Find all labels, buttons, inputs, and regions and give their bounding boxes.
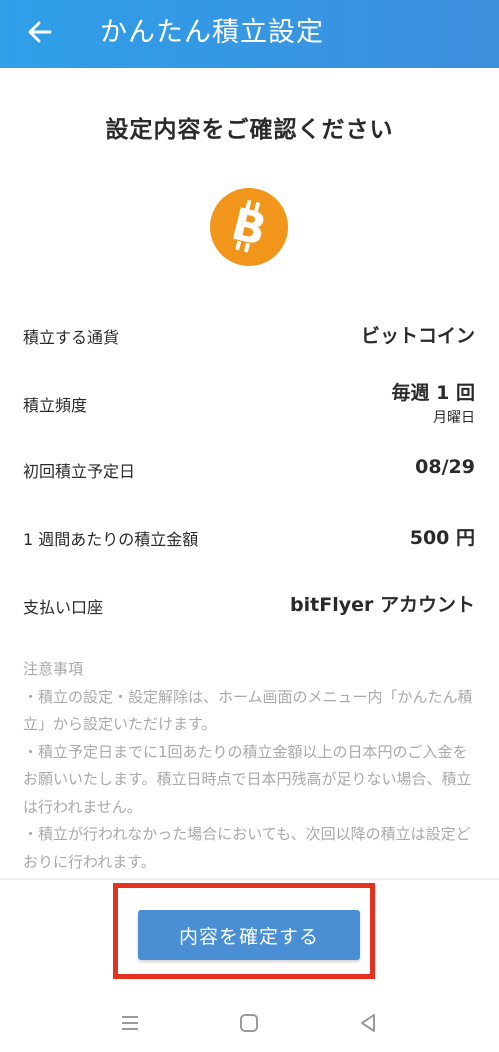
system-back-button[interactable] [355, 1010, 381, 1036]
currency-label: 積立する通貨 [23, 328, 120, 347]
currency-value: ビットコイン [360, 325, 475, 347]
first-date-label: 初回積立予定日 [23, 462, 136, 481]
confirm-heading: 設定内容をご確認ください [105, 117, 394, 143]
confirm-button[interactable]: 内容を確定する [138, 910, 360, 960]
notes-section: 注意事項 ・積立の設定・設定解除は、ホーム画面のメニュー内「かんたん積立」から設… [23, 656, 479, 876]
first-date-value: 08/29 [415, 456, 475, 478]
frequency-label: 積立頻度 [23, 396, 88, 415]
amount-value: 500 円 [409, 527, 475, 549]
payment-label: 支払い口座 [23, 598, 104, 617]
bitcoin-icon: B [210, 188, 288, 266]
note-item: ・積立が行われなかった場合においても、次回以降の積立は設定どおりに行われます。 [23, 825, 471, 871]
notes-title: 注意事項 [23, 660, 84, 678]
system-nav-bar [0, 1000, 499, 1052]
frequency-value: 毎週 1 回 [391, 382, 475, 404]
amount-label: 1 週間あたりの積立金額 [23, 530, 199, 549]
arrow-left-icon [28, 21, 52, 43]
app-bar: かんたん積立設定 [0, 0, 499, 68]
menu-icon [122, 1016, 138, 1030]
note-item: ・積立の設定・設定解除は、ホーム画面のメニュー内「かんたん積立」から設定いただけ… [23, 687, 473, 734]
back-button[interactable] [22, 14, 58, 50]
frequency-weekday: 月曜日 [433, 410, 475, 426]
back-triangle-icon [361, 1014, 375, 1032]
page-title: かんたん積立設定 [100, 17, 324, 48]
divider [0, 878, 499, 880]
home-button[interactable] [236, 1010, 262, 1036]
menu-button[interactable] [117, 1010, 143, 1036]
home-square-icon [240, 1014, 258, 1032]
payment-value: bitFlyer アカウント [290, 594, 475, 616]
note-item: ・積立予定日までに1回あたりの積立金額以上の日本円のご入金をお願いいたします。積… [23, 742, 472, 816]
